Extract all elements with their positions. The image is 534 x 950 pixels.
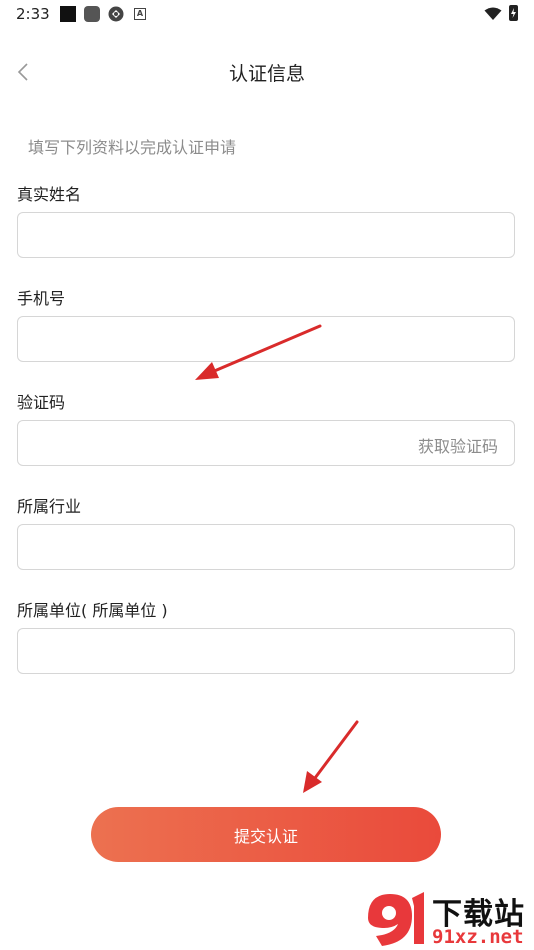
- status-bar: 2:33 A: [0, 0, 534, 28]
- annotation-arrow-submit: [303, 720, 359, 793]
- organization-label: 所属单位( 所属单位 ): [17, 601, 168, 620]
- organization-input[interactable]: [18, 629, 514, 673]
- status-time: 2:33: [16, 5, 50, 23]
- verification-code-label: 验证码: [17, 393, 66, 412]
- industry-label: 所属行业: [17, 497, 82, 516]
- real-name-label: 真实姓名: [17, 185, 82, 204]
- real-name-input[interactable]: [18, 213, 514, 257]
- phone-label: 手机号: [17, 289, 66, 308]
- a-icon: A: [134, 8, 146, 20]
- page-title: 认证信息: [228, 63, 305, 85]
- watermark: 下载站 91xz.net: [360, 886, 534, 950]
- form-hint: 填写下列资料以完成认证申请: [28, 138, 237, 157]
- phone-input[interactable]: [18, 317, 514, 361]
- phone-field[interactable]: [17, 316, 515, 362]
- nav-bar: 认证信息: [0, 48, 534, 94]
- battery-charging-icon: [509, 5, 518, 21]
- get-code-button[interactable]: 获取验证码: [418, 433, 498, 457]
- submit-button-label: 提交认证: [233, 826, 298, 846]
- real-name-field[interactable]: [17, 212, 515, 258]
- submit-button[interactable]: 提交认证: [91, 807, 441, 862]
- watermark-logo: [368, 892, 424, 946]
- notification-square-icon: [60, 6, 76, 22]
- verification-code-field[interactable]: 获取验证码: [17, 420, 515, 466]
- organization-field[interactable]: [17, 628, 515, 674]
- industry-input[interactable]: [18, 525, 514, 569]
- sync-icon: [108, 6, 124, 22]
- industry-field[interactable]: [17, 524, 515, 570]
- notification-rounded-icon: [84, 6, 100, 22]
- watermark-domain: 91xz.net: [432, 926, 524, 948]
- wifi-icon: [484, 6, 502, 25]
